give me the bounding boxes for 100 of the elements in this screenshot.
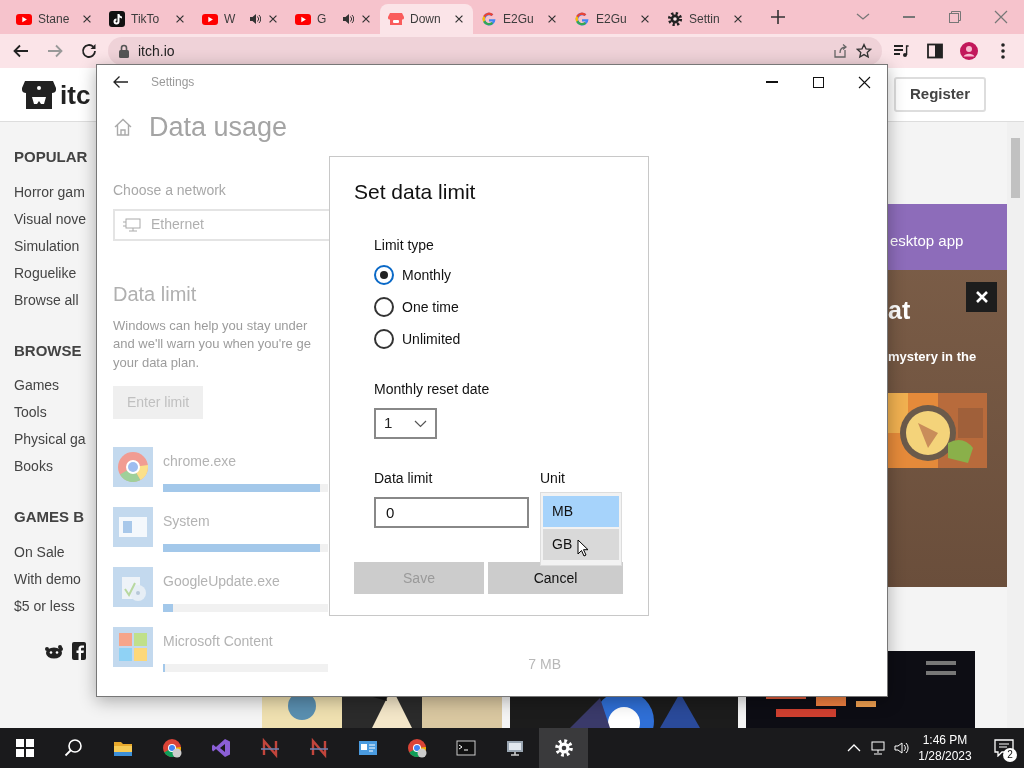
sidebar-link[interactable]: Simulation	[14, 232, 96, 260]
dialog-button[interactable]: Cancel	[488, 562, 623, 594]
loop-logo-icon	[210, 738, 231, 758]
promo-title: at	[888, 298, 911, 323]
share-icon[interactable]	[832, 43, 848, 59]
chevron-icon	[414, 419, 427, 428]
dropdown-option[interactable]: MB	[543, 496, 619, 527]
back-icon	[112, 75, 128, 89]
data-limit-field[interactable]: 0	[374, 497, 529, 528]
field-label: Unit	[540, 469, 565, 488]
page-heading: Data usage	[149, 111, 288, 144]
close-icon	[856, 74, 872, 90]
sidebar-link[interactable]: Physical ga	[14, 426, 96, 453]
sidebar-link[interactable]: Visual nove	[14, 205, 96, 233]
sidebar-link[interactable]: Games	[14, 372, 96, 399]
browser-tab[interactable]: W	[194, 4, 287, 34]
menu-icon	[1001, 43, 1005, 59]
section-heading: POPULAR	[14, 147, 89, 167]
sidebar-link[interactable]: Horror gam	[14, 178, 96, 206]
browser-tab[interactable]: Down	[380, 4, 473, 34]
logo-text[interactable]: itc	[60, 81, 91, 108]
close-icon[interactable]	[732, 13, 744, 25]
message-icon	[994, 739, 1014, 757]
cursor-icon	[577, 539, 589, 557]
tiles-icon	[113, 627, 153, 667]
browser-tab[interactable]: Settin	[659, 4, 752, 34]
sidebar-link[interactable]: Browse all	[14, 286, 96, 314]
sidebar-link[interactable]: With demo	[14, 565, 96, 593]
star-icon[interactable]	[856, 43, 872, 59]
usage-amount: 7 MB	[527, 655, 561, 674]
terminal-icon	[455, 738, 476, 758]
app-name: System	[163, 512, 210, 531]
profile-icon	[960, 42, 978, 60]
zigzag-logo-icon	[308, 738, 329, 758]
store-logo-icon	[388, 11, 404, 27]
network-icon	[870, 740, 886, 756]
sidebar-link[interactable]: Roguelike	[14, 259, 96, 287]
gear-icon	[553, 738, 574, 758]
search-icon	[63, 738, 84, 758]
dialog-title: Set data limit	[354, 179, 477, 205]
browser-icon	[161, 738, 182, 758]
browser-tab[interactable]: G	[287, 4, 380, 34]
sidebar-link[interactable]: Tools	[14, 399, 96, 426]
browser-tab[interactable]: E2Gu	[473, 4, 566, 34]
register-button[interactable]: Register	[893, 77, 986, 112]
close-icon[interactable]	[546, 13, 558, 25]
sidebar-link[interactable]: Books	[14, 453, 96, 480]
box-icon	[113, 567, 153, 607]
square-logo-icon[interactable]	[72, 641, 86, 660]
store-logo-icon	[22, 79, 56, 110]
close-icon[interactable]	[267, 13, 279, 25]
section-heading: Data limit	[113, 281, 197, 307]
restore-icon	[947, 9, 963, 25]
close-icon[interactable]	[360, 13, 372, 25]
browser-tab[interactable]: E2Gu	[566, 4, 659, 34]
volume-icon	[894, 740, 910, 756]
zigzag-logo-icon	[259, 738, 280, 758]
gear-icon	[667, 11, 683, 27]
section-heading: BROWSE	[14, 340, 83, 361]
plus-icon	[771, 10, 785, 24]
scroll-thumb[interactable]	[1011, 138, 1020, 198]
monitor-icon	[504, 738, 525, 758]
reload-icon	[80, 42, 98, 60]
play-logo-icon	[295, 11, 311, 27]
windows-logo-icon	[14, 738, 35, 758]
close-button[interactable]	[966, 282, 997, 312]
maximize-icon	[810, 74, 826, 90]
close-icon[interactable]	[174, 13, 186, 25]
window-title: Settings	[151, 74, 195, 91]
close-icon[interactable]	[81, 13, 93, 25]
close-icon[interactable]	[639, 13, 651, 25]
app-name: Microsoft Content	[163, 632, 273, 651]
field-label: Limit type	[374, 236, 435, 255]
lock-icon	[118, 44, 130, 58]
note-logo-icon	[109, 11, 125, 27]
minimize-icon	[903, 16, 915, 18]
radio-option[interactable]: One time	[374, 291, 624, 323]
date-dropdown[interactable]: 1	[374, 408, 437, 439]
ring-logo-icon	[481, 11, 497, 27]
close-icon[interactable]	[453, 13, 465, 25]
promo-banner: esktop app	[888, 204, 1007, 270]
description-text: Windows can help you stay under and we'll warn you when you're ge your data plan.	[113, 316, 311, 372]
taskbar-button[interactable]	[539, 728, 588, 768]
ring-logo-icon	[574, 11, 590, 27]
minimize-icon	[766, 81, 778, 83]
home-icon	[113, 117, 133, 138]
clock-text[interactable]: 1:46 PM 1/28/2023	[914, 732, 976, 764]
radio-option[interactable]: Monthly	[374, 259, 624, 291]
promo-text: mystery in the	[888, 348, 978, 366]
side-panel-icon	[926, 42, 944, 60]
sidebar-link[interactable]: On Sale	[14, 538, 96, 566]
radio-option[interactable]: Unlimited	[374, 323, 624, 355]
notifications-button[interactable]: 2	[984, 728, 1024, 768]
scrollbar[interactable]	[1007, 122, 1024, 728]
dropdown-option[interactable]: GB	[543, 529, 619, 560]
address-bar[interactable]: itch.io	[108, 37, 882, 65]
browser-tab[interactable]: Stane	[8, 4, 101, 34]
sidebar-link[interactable]: $5 or less	[14, 592, 96, 620]
app-name: GoogleUpdate.exe	[163, 572, 280, 591]
browser-tab[interactable]: TikTo	[101, 4, 194, 34]
